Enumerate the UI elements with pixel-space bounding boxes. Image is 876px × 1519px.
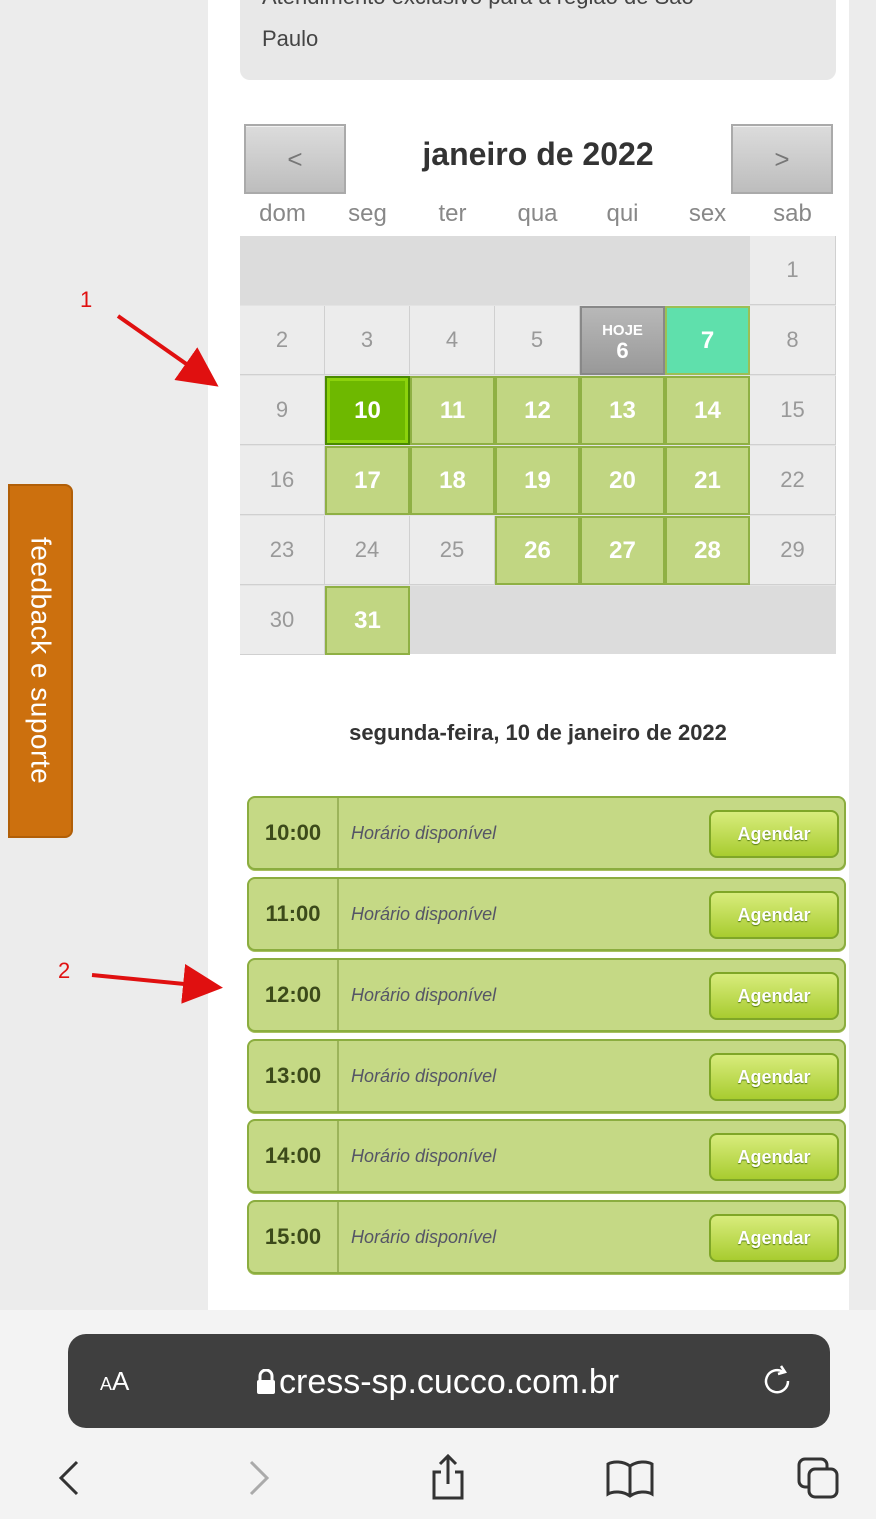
- lock-icon: [257, 1368, 275, 1394]
- annotation-arrow-1: [116, 314, 219, 387]
- text-size-small-a: A: [100, 1374, 113, 1394]
- forward-icon[interactable]: [228, 1448, 288, 1508]
- share-icon[interactable]: [418, 1448, 478, 1508]
- tabs-icon[interactable]: [788, 1448, 848, 1508]
- text-size-large-a: A: [112, 1366, 130, 1396]
- reload-icon[interactable]: [763, 1364, 793, 1404]
- text-size-button[interactable]: AA: [100, 1366, 129, 1397]
- annotation-arrow-2: [91, 963, 223, 1004]
- bookmarks-icon[interactable]: [600, 1448, 660, 1508]
- address-url[interactable]: cress-sp.cucco.com.br: [255, 1363, 619, 1402]
- annotation-arrows: [91, 314, 223, 1004]
- back-icon[interactable]: [40, 1448, 100, 1508]
- address-url-text: cress-sp.cucco.com.br: [279, 1363, 620, 1401]
